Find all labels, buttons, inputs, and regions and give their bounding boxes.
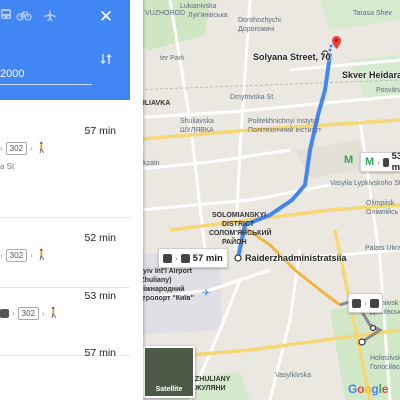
- map-label: Vasylia Lypkivskoho St: [330, 180, 400, 187]
- map-label: Lukianivska: [180, 3, 217, 10]
- map-label: ZHULIANY: [195, 376, 231, 383]
- chevron-right-icon: ›: [0, 251, 3, 260]
- bus-icon: [382, 157, 389, 167]
- airport-label: аеропорт "Київ": [138, 295, 194, 302]
- bus-icon: [369, 298, 379, 308]
- directions-panel: ✕ 2000 57 min › 302 › 🚶 a St 52 min › 30…: [0, 0, 143, 400]
- route-duration-chip[interactable]: › 57 min: [158, 248, 228, 268]
- flight-mode-icon[interactable]: [40, 7, 60, 27]
- chip-duration: 57 min: [192, 252, 223, 264]
- map-label: Palats Ukra: [365, 245, 400, 252]
- map-label: Лук'янівська: [188, 12, 228, 19]
- map-label: Dorohozhychi: [238, 17, 281, 24]
- route-duration: 57 min: [84, 347, 116, 359]
- mid-stop-label: Raiderzhadministratsiia: [245, 253, 347, 263]
- chevron-right-icon: ›: [364, 298, 367, 308]
- bus-icon: [163, 253, 172, 263]
- destination-label: Solyana Street, 70: [253, 52, 331, 62]
- map-label: Holosiivsk: [370, 355, 400, 362]
- map-label: РАЙОН: [222, 239, 247, 246]
- route-duration-chip-small[interactable]: ›: [348, 293, 383, 313]
- route-duration-chip-alt[interactable]: M › 53 m: [360, 151, 400, 173]
- map-label: DISTRICT: [222, 221, 255, 228]
- walking-icon: 🚶: [47, 308, 61, 319]
- map-label: ШУЛЯВКА: [180, 127, 214, 134]
- route-option[interactable]: 52 min › 302 › 🚶: [0, 217, 130, 288]
- chip-duration: 53 m: [391, 151, 400, 173]
- route-steps: › 302 › 🚶: [0, 142, 48, 155]
- metro-icon: M: [365, 156, 375, 168]
- map-label: Dmytrivska St: [230, 94, 274, 101]
- bus-icon: [0, 309, 9, 318]
- origin-field[interactable]: [0, 36, 92, 56]
- destination-pin-icon[interactable]: [332, 36, 341, 49]
- chevron-right-icon: ›: [12, 309, 15, 318]
- directions-header: ✕ 2000: [0, 0, 130, 100]
- map-label: Vasylkivska: [275, 372, 312, 379]
- route-option[interactable]: 53 min › 302 › 🚶: [0, 287, 130, 356]
- chevron-right-icon: ›: [30, 144, 33, 153]
- map-label: ЖУЛЯНИ: [195, 385, 226, 392]
- route-option[interactable]: 57 min › 302 › 🚶 a St: [0, 100, 130, 218]
- map-label: Posvitna: [376, 87, 400, 94]
- stop-label: Skver Heidara A: [342, 70, 400, 80]
- walking-icon: 🚶: [35, 250, 49, 261]
- map-label: SOLOMIANSKYI: [212, 212, 267, 219]
- route-steps: › 302 › 🚶: [0, 249, 48, 262]
- metro-icon: M: [344, 154, 354, 166]
- map-label: Політехнічний інститут: [248, 127, 322, 134]
- swap-directions-icon[interactable]: [98, 52, 114, 68]
- map-label: VUZHOROD: [145, 10, 186, 17]
- map-label: Shuliavska: [180, 118, 214, 125]
- bus-number-badge: 302: [5, 249, 28, 262]
- destination-field[interactable]: 2000: [0, 64, 92, 85]
- map-label: ter Park: [160, 55, 185, 62]
- map-canvas[interactable]: VUZHOROD Lukianivska Tarasa Shev Dorohoz…: [130, 0, 400, 400]
- google-logo: Google: [348, 382, 389, 396]
- bus-icon: [352, 298, 361, 308]
- bus-number-badge: 302: [5, 142, 28, 155]
- bicycle-mode-icon[interactable]: [14, 7, 34, 27]
- map-label: Olimpiisk: [366, 200, 395, 207]
- satellite-label: Satellite: [155, 386, 183, 393]
- map-label: Politekhnichnyi instytut: [248, 118, 319, 125]
- airport-icon: ✈: [202, 288, 211, 299]
- map-label: СОЛОМ'ЯНСЬКИЙ: [209, 230, 272, 237]
- route-duration: 53 min: [84, 290, 116, 302]
- close-directions-button[interactable]: ✕: [96, 7, 116, 27]
- map-label: Tarasa Shev: [353, 10, 392, 17]
- route-option[interactable]: 57 min: [0, 347, 130, 400]
- airport-label: Kyiv Int'l Airport: [138, 268, 192, 275]
- airport-label: Міжнародний: [138, 286, 185, 293]
- route-steps: › 302 › 🚶: [0, 307, 60, 320]
- chevron-right-icon: ›: [0, 144, 3, 153]
- airport-label: (Zhuliany): [138, 277, 172, 284]
- chevron-right-icon: ›: [42, 309, 45, 318]
- walking-icon: 🚶: [35, 143, 49, 154]
- chevron-right-icon: ›: [377, 157, 380, 167]
- route-duration: 52 min: [84, 232, 116, 244]
- map-label: Олімпійсь: [366, 209, 399, 216]
- map-label: Дорогожичі: [238, 26, 275, 33]
- bus-icon: [180, 253, 190, 263]
- travel-mode-row: ✕: [0, 7, 130, 27]
- route-stop-text: a St: [0, 162, 15, 171]
- route-duration: 57 min: [84, 125, 116, 137]
- chevron-right-icon: ›: [175, 253, 178, 263]
- map-label: Голосіївськ: [370, 364, 400, 371]
- chevron-right-icon: ›: [30, 251, 33, 260]
- satellite-toggle[interactable]: Satellite: [143, 346, 195, 398]
- bus-number-badge: 302: [17, 307, 40, 320]
